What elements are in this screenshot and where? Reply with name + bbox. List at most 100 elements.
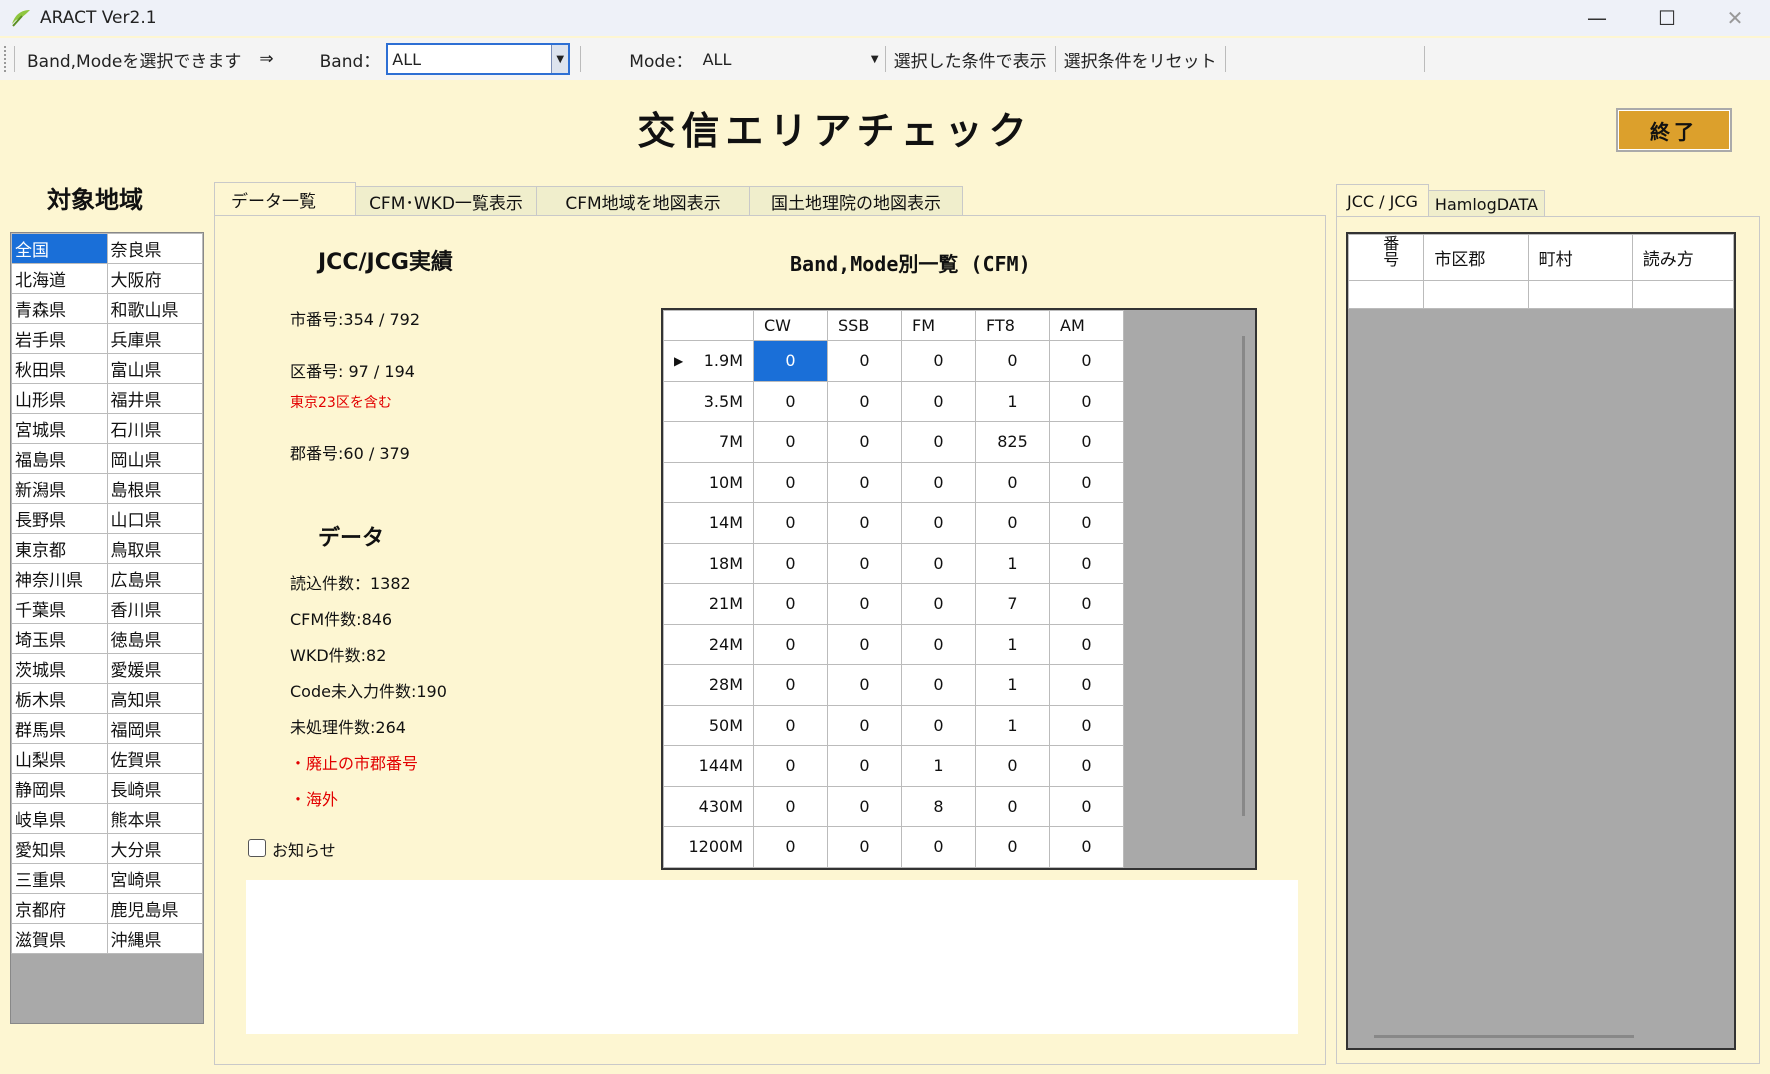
band-value-cell[interactable]: 0 — [827, 461, 902, 503]
band-column-header[interactable]: AM — [1049, 310, 1124, 341]
toolstrip-grip[interactable] — [4, 46, 8, 72]
band-row-header[interactable]: 14M — [663, 502, 754, 544]
col-town[interactable]: 町村 — [1527, 234, 1633, 281]
region-cell[interactable]: 宮崎県 — [106, 863, 203, 894]
band-value-cell[interactable]: 1 — [975, 704, 1050, 746]
band-value-cell[interactable]: 0 — [901, 826, 976, 868]
band-value-cell[interactable]: 0 — [827, 745, 902, 787]
vertical-scrollbar[interactable] — [1242, 336, 1245, 816]
region-row[interactable]: 京都府 鹿児島県 — [11, 893, 203, 924]
region-cell[interactable]: 三重県 — [11, 863, 108, 894]
band-value-cell[interactable]: 0 — [753, 583, 828, 625]
region-cell[interactable]: 徳島県 — [106, 623, 203, 654]
band-row-header[interactable]: 144M — [663, 745, 754, 787]
minimize-button[interactable]: — — [1562, 0, 1632, 36]
band-value-cell[interactable]: 1 — [901, 745, 976, 787]
band-value-cell[interactable]: 0 — [1049, 380, 1124, 422]
region-cell[interactable]: 愛知県 — [11, 833, 108, 864]
table-row[interactable]: 1200M 0 0 0 0 0 — [663, 826, 1124, 868]
region-cell[interactable]: 奈良県 — [106, 233, 203, 264]
region-row[interactable]: 東京都 鳥取県 — [11, 533, 203, 564]
region-cell[interactable]: 島根県 — [106, 473, 203, 504]
region-cell[interactable]: 静岡県 — [11, 773, 108, 804]
band-value-cell[interactable]: 0 — [753, 664, 828, 706]
band-value-cell[interactable]: 7 — [975, 583, 1050, 625]
band-value-cell[interactable]: 0 — [901, 704, 976, 746]
region-row[interactable]: 岩手県 兵庫県 — [11, 323, 203, 354]
table-row[interactable]: 10M 0 0 0 0 0 — [663, 461, 1124, 503]
region-cell[interactable]: 大阪府 — [106, 263, 203, 294]
band-value-cell[interactable]: 0 — [901, 380, 976, 422]
region-cell[interactable]: 秋田県 — [11, 353, 108, 384]
band-value-cell[interactable]: 0 — [753, 542, 828, 584]
band-value-cell[interactable]: 0 — [901, 421, 976, 463]
tab-data-list[interactable]: データ一覧 — [214, 182, 356, 216]
table-row[interactable] — [1348, 280, 1734, 309]
band-value-cell[interactable]: 0 — [753, 461, 828, 503]
region-cell[interactable]: 福井県 — [106, 383, 203, 414]
region-cell[interactable]: 長崎県 — [106, 773, 203, 804]
band-value-cell[interactable]: 825 — [975, 421, 1050, 463]
region-cell[interactable]: 長野県 — [11, 503, 108, 534]
table-cell[interactable] — [1423, 280, 1529, 309]
band-row-header[interactable]: 1200M — [663, 826, 754, 868]
band-column-header[interactable]: CW — [753, 310, 828, 341]
band-row-header[interactable]: 7M — [663, 421, 754, 463]
band-value-cell[interactable]: 0 — [827, 502, 902, 544]
band-value-cell[interactable]: 0 — [827, 340, 902, 382]
region-row[interactable]: 千葉県 香川県 — [11, 593, 203, 624]
band-value-cell[interactable]: 0 — [1049, 623, 1124, 665]
band-row-header[interactable]: 24M — [663, 623, 754, 665]
band-value-cell[interactable]: 0 — [1049, 785, 1124, 827]
band-value-cell[interactable]: 0 — [753, 704, 828, 746]
band-column-header[interactable]: FT8 — [975, 310, 1050, 341]
overseas-link[interactable]: ・海外 — [290, 786, 338, 810]
band-value-cell[interactable]: 0 — [827, 623, 902, 665]
region-cell[interactable]: 滋賀県 — [11, 923, 108, 954]
region-row[interactable]: 神奈川県 広島県 — [11, 563, 203, 594]
region-cell[interactable]: 鹿児島県 — [106, 893, 203, 924]
band-value-cell[interactable]: 0 — [827, 542, 902, 584]
region-cell[interactable]: 鳥取県 — [106, 533, 203, 564]
band-value-cell[interactable]: 1 — [975, 623, 1050, 665]
tab-hamlog-data[interactable]: HamlogDATA — [1427, 190, 1545, 218]
region-row[interactable]: 長野県 山口県 — [11, 503, 203, 534]
maximize-button[interactable]: ☐ — [1632, 0, 1702, 36]
band-value-cell[interactable]: 0 — [975, 745, 1050, 787]
region-cell[interactable]: 岡山県 — [106, 443, 203, 474]
band-value-cell[interactable]: 0 — [901, 542, 976, 584]
region-cell[interactable]: 岩手県 — [11, 323, 108, 354]
band-value-cell[interactable]: 1 — [975, 542, 1050, 584]
region-row[interactable]: 全国 奈良県 — [11, 233, 203, 264]
band-value-cell[interactable]: 0 — [753, 421, 828, 463]
band-value-cell[interactable]: 0 — [1049, 704, 1124, 746]
region-cell[interactable]: 新潟県 — [11, 473, 108, 504]
region-cell[interactable]: 広島県 — [106, 563, 203, 594]
band-column-header[interactable]: FM — [901, 310, 976, 341]
band-value-cell[interactable]: 0 — [753, 745, 828, 787]
col-reading[interactable]: 読み方 — [1631, 234, 1734, 281]
region-row[interactable]: 新潟県 島根県 — [11, 473, 203, 504]
band-select[interactable]: ALL ▼ — [386, 43, 571, 75]
band-value-cell[interactable]: 0 — [1049, 664, 1124, 706]
band-row-header[interactable]: 430M — [663, 785, 754, 827]
band-value-cell[interactable]: 0 — [1049, 421, 1124, 463]
band-value-cell[interactable]: 0 — [901, 502, 976, 544]
band-value-cell[interactable]: 8 — [901, 785, 976, 827]
region-cell[interactable]: 熊本県 — [106, 803, 203, 834]
band-row-header[interactable]: 18M — [663, 542, 754, 584]
band-row-header[interactable]: 3.5M — [663, 380, 754, 422]
region-cell[interactable]: 山形県 — [11, 383, 108, 414]
region-row[interactable]: 山形県 福井県 — [11, 383, 203, 414]
band-row-header[interactable]: 50M — [663, 704, 754, 746]
region-cell[interactable]: 群馬県 — [11, 713, 108, 744]
band-value-cell[interactable]: 0 — [975, 502, 1050, 544]
band-value-cell[interactable]: 0 — [827, 583, 902, 625]
band-value-cell[interactable]: 0 — [827, 785, 902, 827]
tab-cfm-wkd-list[interactable]: CFM･WKD一覧表示 — [355, 186, 537, 216]
band-value-cell[interactable]: 0 — [1049, 340, 1124, 382]
table-row[interactable]: 28M 0 0 0 1 0 — [663, 664, 1124, 706]
band-value-cell[interactable]: 0 — [1049, 583, 1124, 625]
band-value-cell[interactable]: 0 — [901, 623, 976, 665]
band-value-cell[interactable]: 0 — [753, 502, 828, 544]
